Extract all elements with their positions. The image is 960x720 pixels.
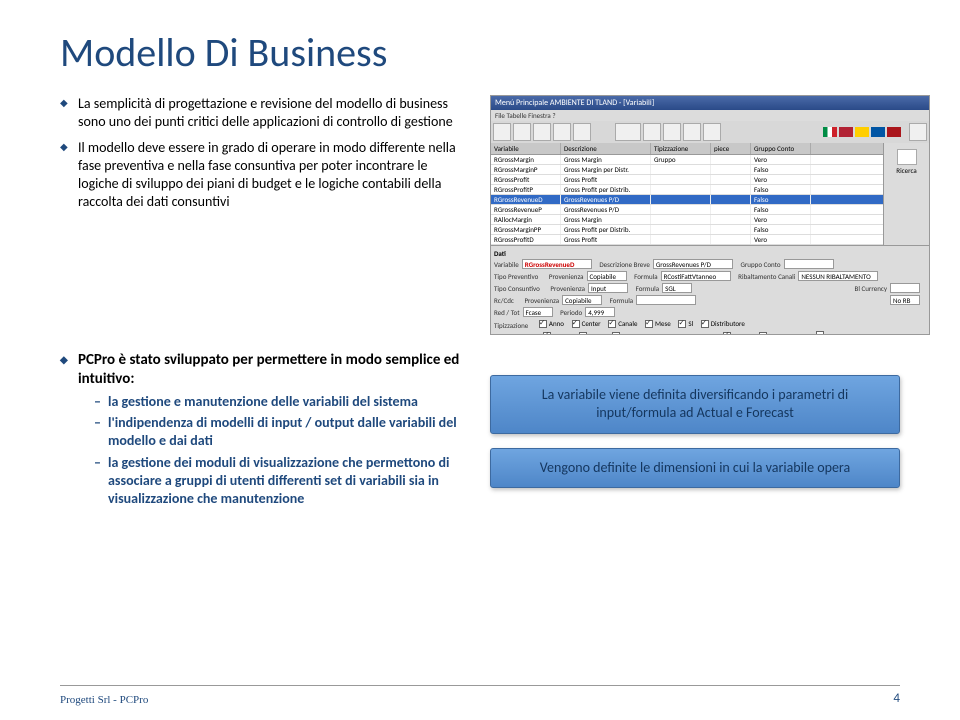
search-icon[interactable] [897,149,917,165]
page-number: 4 [893,691,900,706]
page-title: Modello Di Business [60,28,900,77]
dati-label: Dati [494,249,926,258]
toolbar-btn[interactable] [573,123,591,141]
toolbar-btn[interactable] [493,123,511,141]
table-row[interactable]: RGrossProfitPGross Profit per Distrib.Fa… [491,185,883,195]
table-row[interactable]: RGrossMarginGross MarginGruppoVero [491,155,883,165]
table-row-selected[interactable]: RGrossRevenueDGrossRevenues P/DFalso [491,195,883,205]
footer-left: Progetti Srl - PCPro [60,694,148,706]
side-search: Ricerca [883,143,929,245]
callout-2: Vengono definite le dimensioni in cui la… [490,448,900,488]
col-variabile[interactable]: Variabile [491,143,561,154]
bullet-1: La semplicità di progettazione e revisio… [60,95,470,131]
periodo-field[interactable]: 4,999 [585,307,615,317]
toolbar-btn[interactable] [683,123,701,141]
sub-bullet-1: la gestione e manutenzione delle variabi… [94,393,470,411]
variabile-field[interactable]: RGrossRevenueD [522,259,592,269]
formula-field[interactable]: RCostiFattVtanneo [661,271,731,281]
blcurrency-field[interactable] [890,283,920,293]
grid-body: RGrossMarginGross MarginGruppoVero RGros… [491,155,883,245]
locale-radio[interactable] [723,332,731,335]
top-bullets: La semplicità di progettazione e revisio… [60,95,470,210]
app-screenshot: Menú Principale AMBIENTE DI TLAND - [Var… [490,95,930,335]
table-row[interactable]: RGrossProfitDGross ProfitVero [491,235,883,245]
col-gruppoconto[interactable]: Gruppo Conto [751,143,811,154]
table-row[interactable]: RGrossMarginPPGross Profit per Distrib.F… [491,225,883,235]
sl-checkbox[interactable] [678,320,686,328]
table-row[interactable]: RGrossMarginPGross Margin per Distr.Fals… [491,165,883,175]
toolbar-btn[interactable] [533,123,551,141]
flag-icon[interactable] [855,127,869,137]
col-descrizione[interactable]: Descrizione [561,143,651,154]
unita-radio[interactable] [579,332,587,335]
valuta-radio[interactable] [543,332,551,335]
upper-columns: La semplicità di progettazione e revisio… [60,95,900,335]
toolbar-btn[interactable] [643,123,661,141]
forzabile-checkbox[interactable] [816,331,824,336]
search-icon[interactable] [909,123,927,141]
lower-right: La variabile viene definita diversifican… [490,351,900,512]
percentuale-radio[interactable] [612,332,620,335]
sub-bullet-3: la gestione dei moduli di visualizzazion… [94,454,470,508]
app-toolbar [491,121,929,143]
table-row[interactable]: RGrossRevenuePGrossRevenues P/DFalso [491,205,883,215]
footer-rule [60,685,900,686]
norb-field[interactable]: No RB [890,295,920,305]
slide: Modello Di Business La semplicità di pro… [0,0,960,720]
detail-panel: Dati VariabileRGrossRevenueD Descrizione… [491,245,929,335]
canale-checkbox[interactable] [608,320,616,328]
toolbar-btn[interactable] [703,123,721,141]
bullet-2: Il modello deve essere in grado di opera… [60,139,470,211]
sub-bullet-2: l'indipendenza di modelli di input / out… [94,414,470,450]
globale-radio[interactable] [759,332,767,335]
table-row[interactable]: RAllocMarginGross MarginVero [491,215,883,225]
ricerca-label: Ricerca [896,166,916,175]
provenienza-field[interactable]: Copiabile [587,271,627,281]
flag-icon[interactable] [839,127,853,137]
lower-columns: PCPro è stato sviluppato per permettere … [60,351,900,512]
provenienza2-field[interactable]: Input [588,283,628,293]
toolbar-btn[interactable] [553,123,571,141]
distributore-checkbox[interactable] [701,320,709,328]
fcase-field[interactable]: Fcase [523,307,553,317]
footer: Progetti Srl - PCPro 4 [60,691,900,706]
upper-right: Menú Principale AMBIENTE DI TLAND - [Var… [490,95,930,335]
toolbar-btn[interactable] [663,123,681,141]
lower-left: PCPro è stato sviluppato per permettere … [60,351,470,512]
upper-left: La semplicità di progettazione e revisio… [60,95,470,335]
grid-header: Variabile Descrizione Tipizzazione piece… [491,143,883,155]
app-menubar[interactable]: File Tabelle Finestra ? [491,110,929,121]
descbreve-field[interactable]: GrossRevenues P/D [653,259,733,269]
formula2-field[interactable]: SGL [662,283,692,293]
gruppoconto-field[interactable] [784,259,834,269]
toolbar-btn[interactable] [513,123,531,141]
flag-icon[interactable] [871,127,885,137]
anno-checkbox[interactable] [539,320,547,328]
formula3-field[interactable] [636,295,696,305]
mese-checkbox[interactable] [645,320,653,328]
col-tipizzazione[interactable]: Tipizzazione [651,143,711,154]
lead-text: PCPro è stato sviluppato per permettere … [60,351,470,389]
callout-1: La variabile viene definita diversifican… [490,375,900,433]
center-checkbox[interactable] [572,320,580,328]
provenienza3-field[interactable]: Copiabile [562,295,602,305]
ribaltamento-field[interactable]: NESSUN RIBALTAMENTO [798,271,878,281]
flag-icon[interactable] [823,127,837,137]
app-window-title: Menú Principale AMBIENTE DI TLAND - [Var… [491,96,929,110]
table-row[interactable]: RGrossProfitGross ProfitVero [491,175,883,185]
col-piece[interactable]: piece [711,143,751,154]
toolbar-btn[interactable] [615,123,641,141]
flag-icon[interactable] [887,127,901,137]
sub-bullets: la gestione e manutenzione delle variabi… [60,393,470,508]
